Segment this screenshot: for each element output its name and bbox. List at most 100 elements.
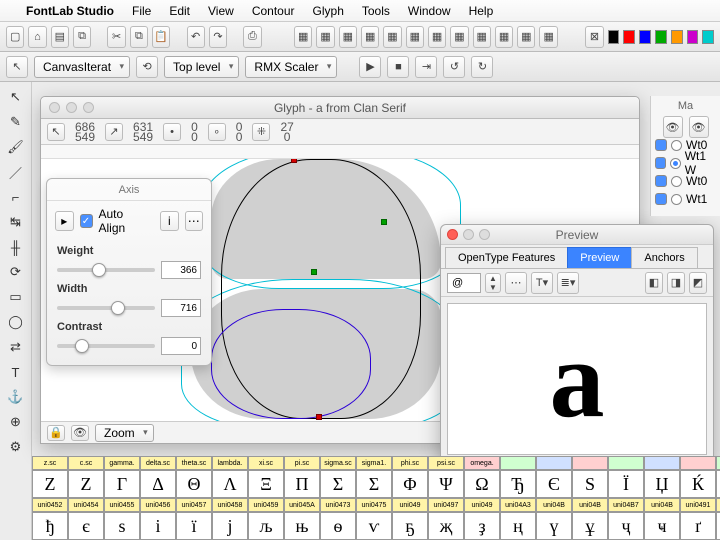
panel9-icon[interactable]: ▦ <box>473 26 491 48</box>
panel6-icon[interactable]: ▦ <box>406 26 424 48</box>
lock-icon[interactable]: 🔒 <box>47 425 65 441</box>
rect-tool-icon[interactable]: ▭ <box>4 286 28 308</box>
glyph-cell[interactable]: ѳ <box>320 512 356 540</box>
eye-icon[interactable]: 👁 <box>71 425 89 441</box>
close-icon[interactable] <box>49 102 60 113</box>
ellipse-tool-icon[interactable]: ◯ <box>4 311 28 333</box>
menu-edit[interactable]: Edit <box>169 4 190 18</box>
anchor-tool-icon[interactable]: ⚓ <box>4 386 28 408</box>
pen-tool-icon[interactable]: ✎ <box>4 111 28 133</box>
panel11-icon[interactable]: ▦ <box>517 26 535 48</box>
play-icon[interactable]: ▶ <box>359 56 381 78</box>
panel7-icon[interactable]: ▦ <box>428 26 446 48</box>
preview-stepper-icon[interactable]: ▲▼ <box>485 273 501 293</box>
preview-text-icon[interactable]: T▾ <box>531 272 553 294</box>
preview-opt3-icon[interactable]: ◩ <box>689 272 707 294</box>
glyph-cell[interactable]: ї <box>176 512 212 540</box>
redo-icon[interactable]: ↷ <box>209 26 227 48</box>
panel4-icon[interactable]: ▦ <box>361 26 379 48</box>
swatch-green[interactable] <box>655 30 667 44</box>
swatch-black[interactable] <box>608 30 620 44</box>
glyph-cell[interactable]: ґ <box>680 512 716 540</box>
glyph-cell[interactable]: Ξ <box>248 470 284 498</box>
axis-info-icon[interactable]: i <box>160 211 179 231</box>
node-mode-icon[interactable]: ↗ <box>105 123 123 141</box>
menu-view[interactable]: View <box>208 4 234 18</box>
tab-preview[interactable]: Preview <box>567 247 632 268</box>
arrow-tool-icon[interactable]: ↖ <box>4 86 28 108</box>
glyph-cell[interactable]: Ӣ <box>716 470 720 498</box>
glyph-cell[interactable]: Σ <box>356 470 392 498</box>
glyph-cell[interactable]: ѕ <box>104 512 140 540</box>
glyph-cell[interactable]: Σ <box>320 470 356 498</box>
skip-icon[interactable]: ↻ <box>471 56 493 78</box>
cut-icon[interactable]: ✂ <box>107 26 125 48</box>
undo-icon[interactable]: ↶ <box>187 26 205 48</box>
master-rad-2[interactable] <box>671 176 682 187</box>
preview-ellipsis-icon[interactable]: ⋯ <box>505 272 527 294</box>
master-chk-1[interactable] <box>655 157 666 169</box>
masters-eye1-icon[interactable]: 👁 <box>663 116 683 138</box>
handle-icon[interactable]: ∘ <box>208 123 226 141</box>
master-chk-2[interactable] <box>655 175 667 187</box>
copy-icon[interactable]: ⧉ <box>73 26 91 48</box>
tab-opentype[interactable]: OpenType Features <box>445 247 568 268</box>
x-icon[interactable]: ⊠ <box>585 26 603 48</box>
swatch-orange[interactable] <box>671 30 683 44</box>
glyph-cell[interactable]: і <box>140 512 176 540</box>
menu-window[interactable]: Window <box>408 4 451 18</box>
rmx-dropdown[interactable]: RMX Scaler <box>245 56 337 78</box>
glyph-cell[interactable]: Λ <box>212 470 248 498</box>
width-slider[interactable] <box>57 306 155 310</box>
glyph-cell[interactable]: ұ <box>572 512 608 540</box>
glyph-cell[interactable]: ҙ <box>464 512 500 540</box>
swatch-magenta[interactable] <box>687 30 699 44</box>
save-icon[interactable]: ▤ <box>51 26 69 48</box>
glyph-cell[interactable]: Θ <box>176 470 212 498</box>
canvas-dropdown[interactable]: CanvasIterat <box>34 56 130 78</box>
brush-tool-icon[interactable]: 🖌 <box>4 136 28 158</box>
step-icon[interactable]: ⇥ <box>415 56 437 78</box>
point-icon[interactable]: • <box>163 123 181 141</box>
weight-slider[interactable] <box>57 268 155 272</box>
snap-icon[interactable]: ⁜ <box>252 123 270 141</box>
master-chk-3[interactable] <box>655 193 667 205</box>
cursor-mode-icon[interactable]: ↖ <box>47 123 65 141</box>
corner-tool-icon[interactable]: ⌐ <box>4 186 28 208</box>
glyph-cell[interactable]: ѵ <box>356 512 392 540</box>
glyph-cell[interactable]: Φ <box>392 470 428 498</box>
level-dropdown[interactable]: Top level <box>164 56 239 78</box>
paste-icon[interactable]: 📋 <box>152 26 170 48</box>
text-tool-icon[interactable]: T <box>4 361 28 383</box>
panel1-icon[interactable]: ▦ <box>294 26 312 48</box>
axis-expand-icon[interactable]: ▸ <box>55 211 74 231</box>
script-tool-icon[interactable]: ⚙ <box>4 436 28 458</box>
menu-glyph[interactable]: Glyph <box>313 4 344 18</box>
preview-text-input[interactable] <box>447 273 481 293</box>
swatch-blue[interactable] <box>639 30 651 44</box>
glyph-cell[interactable]: ғ <box>716 512 720 540</box>
rotate-tool-icon[interactable]: ⟳ <box>4 261 28 283</box>
min-icon[interactable] <box>66 102 77 113</box>
glyph-cell[interactable]: Ѕ <box>572 470 608 498</box>
glyph-cell[interactable]: љ <box>248 512 284 540</box>
glyph-cell[interactable]: ҷ <box>608 512 644 540</box>
master-rad-0[interactable] <box>671 140 682 151</box>
glyph-cell[interactable]: Ќ <box>680 470 716 498</box>
preview-titlebar[interactable]: Preview <box>441 225 713 245</box>
swatch-red[interactable] <box>623 30 635 44</box>
glyph-cell[interactable]: Ї <box>608 470 644 498</box>
panel12-icon[interactable]: ▦ <box>539 26 557 48</box>
copy2-icon[interactable]: ⧉ <box>130 26 148 48</box>
glyph-cell[interactable]: Ζ <box>32 470 68 498</box>
panel8-icon[interactable]: ▦ <box>450 26 468 48</box>
knife-tool-icon[interactable]: ／ <box>4 161 28 183</box>
tab-anchors[interactable]: Anchors <box>631 247 697 268</box>
glyph-cell[interactable]: є <box>68 512 104 540</box>
panel3-icon[interactable]: ▦ <box>339 26 357 48</box>
menu-file[interactable]: File <box>132 4 151 18</box>
glyph-cell[interactable]: ђ <box>32 512 68 540</box>
glyph-cell[interactable]: ј <box>212 512 248 540</box>
glyph-cell[interactable]: җ <box>428 512 464 540</box>
glyph-cell[interactable]: Ψ <box>428 470 464 498</box>
